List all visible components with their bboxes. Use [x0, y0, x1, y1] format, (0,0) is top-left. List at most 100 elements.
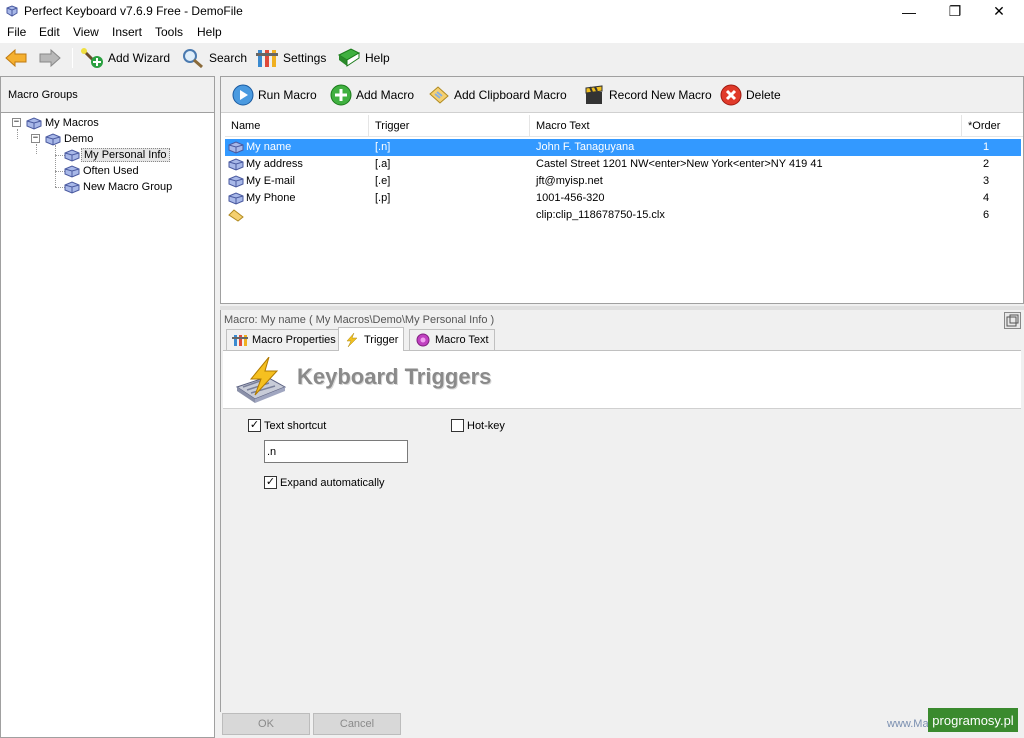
cancel-button[interactable]: Cancel — [313, 713, 401, 735]
macro-list-header: Name Trigger Macro Text *Order — [225, 115, 1023, 137]
minimize-button[interactable]: — — [886, 0, 932, 23]
toolbar-separator — [72, 48, 73, 68]
column-header-order[interactable]: *Order — [962, 115, 1022, 137]
tab-macro-text[interactable]: Macro Text — [409, 329, 495, 350]
delete-icon — [720, 84, 742, 106]
maximize-button[interactable]: ❐ — [932, 0, 978, 23]
tree-label: Demo — [64, 133, 94, 145]
arrow-left-icon — [5, 48, 27, 68]
column-header-macro-text[interactable]: Macro Text — [530, 115, 962, 137]
cell-macro-text: clip:clip_118678750-15.clx — [536, 209, 665, 221]
dialog-button-bar: OK Cancel www.Ma — [220, 712, 1024, 738]
checkbox-box[interactable] — [451, 419, 464, 432]
cell-name: My address — [246, 158, 303, 170]
checkbox-box[interactable]: ✓ — [248, 419, 261, 432]
tree-connector — [55, 145, 56, 187]
cell-order: 3 — [983, 175, 990, 187]
checkbox-box[interactable]: ✓ — [264, 476, 277, 489]
lightning-icon — [346, 332, 358, 347]
folder-macro-icon — [64, 180, 80, 194]
expand-automatically-checkbox[interactable]: ✓ Expand automatically — [264, 476, 385, 489]
ok-button[interactable]: OK — [222, 713, 310, 735]
table-row[interactable]: My Phone [.p] 1001-456-320 4 — [225, 190, 1021, 207]
wizard-icon — [81, 48, 103, 68]
cell-trigger: [.p] — [375, 192, 391, 204]
macro-icon — [228, 158, 244, 171]
settings-icon — [256, 50, 278, 67]
tab-label: Trigger — [364, 333, 399, 346]
cell-macro-text: 1001-456-320 — [536, 192, 605, 204]
forward-button[interactable] — [38, 46, 66, 70]
hotkey-label: Hot-key — [467, 419, 505, 432]
tree-label: New Macro Group — [83, 181, 173, 193]
close-button[interactable]: ✕ — [976, 0, 1022, 23]
tree-node-demo[interactable]: Demo — [44, 132, 95, 146]
folder-macro-icon — [64, 148, 80, 162]
clapperboard-icon — [585, 85, 603, 104]
macro-icon — [228, 141, 244, 154]
delete-button[interactable]: Delete — [720, 83, 781, 107]
keyboard-triggers-banner: Keyboard Triggers — [223, 351, 1021, 409]
tab-macro-properties[interactable]: Macro Properties — [226, 329, 342, 350]
record-new-macro-button[interactable]: Record New Macro — [583, 83, 712, 107]
main-toolbar: Add Wizard Search Settings Help — [0, 43, 1024, 73]
menu-help[interactable]: Help — [197, 25, 222, 39]
table-row[interactable]: My address [.a] Castel Street 1201 NW<en… — [225, 156, 1021, 173]
restore-pane-button[interactable] — [1004, 312, 1021, 329]
macro-icon — [228, 175, 244, 188]
settings-button[interactable]: Settings — [255, 46, 326, 70]
tab-trigger[interactable]: Trigger — [338, 327, 405, 351]
arrow-right-icon — [39, 48, 61, 68]
hotkey-checkbox[interactable]: Hot-key — [451, 419, 505, 432]
expand-automatically-label: Expand automatically — [280, 476, 385, 489]
table-row[interactable]: My E-mail [.e] jft@myisp.net 3 — [225, 173, 1021, 190]
table-row[interactable]: clip:clip_118678750-15.clx 6 — [225, 207, 1021, 224]
column-header-name[interactable]: Name — [225, 115, 369, 137]
menu-tools[interactable]: Tools — [155, 25, 183, 39]
clipboard-icon — [429, 86, 449, 104]
folder-macro-icon — [45, 132, 61, 146]
collapse-toggle[interactable]: − — [31, 134, 40, 143]
cell-trigger: [.e] — [375, 175, 391, 187]
website-link[interactable]: www.Ma — [887, 718, 929, 730]
menu-file[interactable]: File — [7, 25, 26, 39]
run-macro-label: Run Macro — [258, 88, 317, 102]
back-button[interactable] — [4, 46, 32, 70]
macro-path-label: Macro: My name ( My Macros\Demo\My Perso… — [224, 314, 495, 326]
tree-node-my-macros[interactable]: My Macros — [25, 116, 101, 130]
text-shortcut-input[interactable] — [264, 440, 408, 463]
tree-label: Often Used — [83, 165, 139, 177]
delete-label: Delete — [746, 88, 781, 102]
add-clipboard-macro-button[interactable]: Add Clipboard Macro — [428, 83, 567, 107]
menu-view[interactable]: View — [73, 25, 99, 39]
add-wizard-label: Add Wizard — [108, 51, 171, 65]
add-macro-button[interactable]: Add Macro — [330, 83, 414, 107]
cell-macro-text: John F. Tanaguyana — [536, 141, 635, 153]
tree-connector — [17, 129, 18, 139]
add-clipboard-macro-label: Add Clipboard Macro — [454, 88, 567, 102]
tree-node-often-used[interactable]: Often Used — [63, 164, 141, 178]
clipboard-macro-icon — [228, 209, 244, 222]
search-button[interactable]: Search — [181, 46, 247, 70]
menu-insert[interactable]: Insert — [112, 25, 142, 39]
tab-label: Macro Text — [435, 334, 489, 346]
play-icon — [232, 84, 254, 106]
macro-groups-header: Macro Groups — [1, 77, 214, 113]
tree-node-my-personal-info[interactable]: My Personal Info — [63, 148, 170, 162]
collapse-toggle[interactable]: − — [12, 118, 21, 127]
macro-text-icon — [416, 333, 430, 347]
search-label: Search — [209, 51, 248, 65]
run-macro-button[interactable]: Run Macro — [232, 83, 317, 107]
column-header-trigger[interactable]: Trigger — [369, 115, 530, 137]
cell-macro-text: jft@myisp.net — [536, 175, 603, 187]
tree-label: My Macros — [45, 117, 99, 129]
add-macro-label: Add Macro — [356, 88, 415, 102]
cell-name: My E-mail — [246, 175, 295, 187]
menu-edit[interactable]: Edit — [39, 25, 60, 39]
text-shortcut-checkbox[interactable]: ✓ Text shortcut — [248, 419, 326, 432]
add-wizard-button[interactable]: Add Wizard — [80, 46, 170, 70]
table-row[interactable]: My name [.n] John F. Tanaguyana 1 — [225, 139, 1021, 156]
help-button[interactable]: Help — [337, 46, 390, 70]
tree-node-new-macro-group[interactable]: New Macro Group — [63, 180, 174, 194]
help-book-icon — [337, 48, 361, 67]
